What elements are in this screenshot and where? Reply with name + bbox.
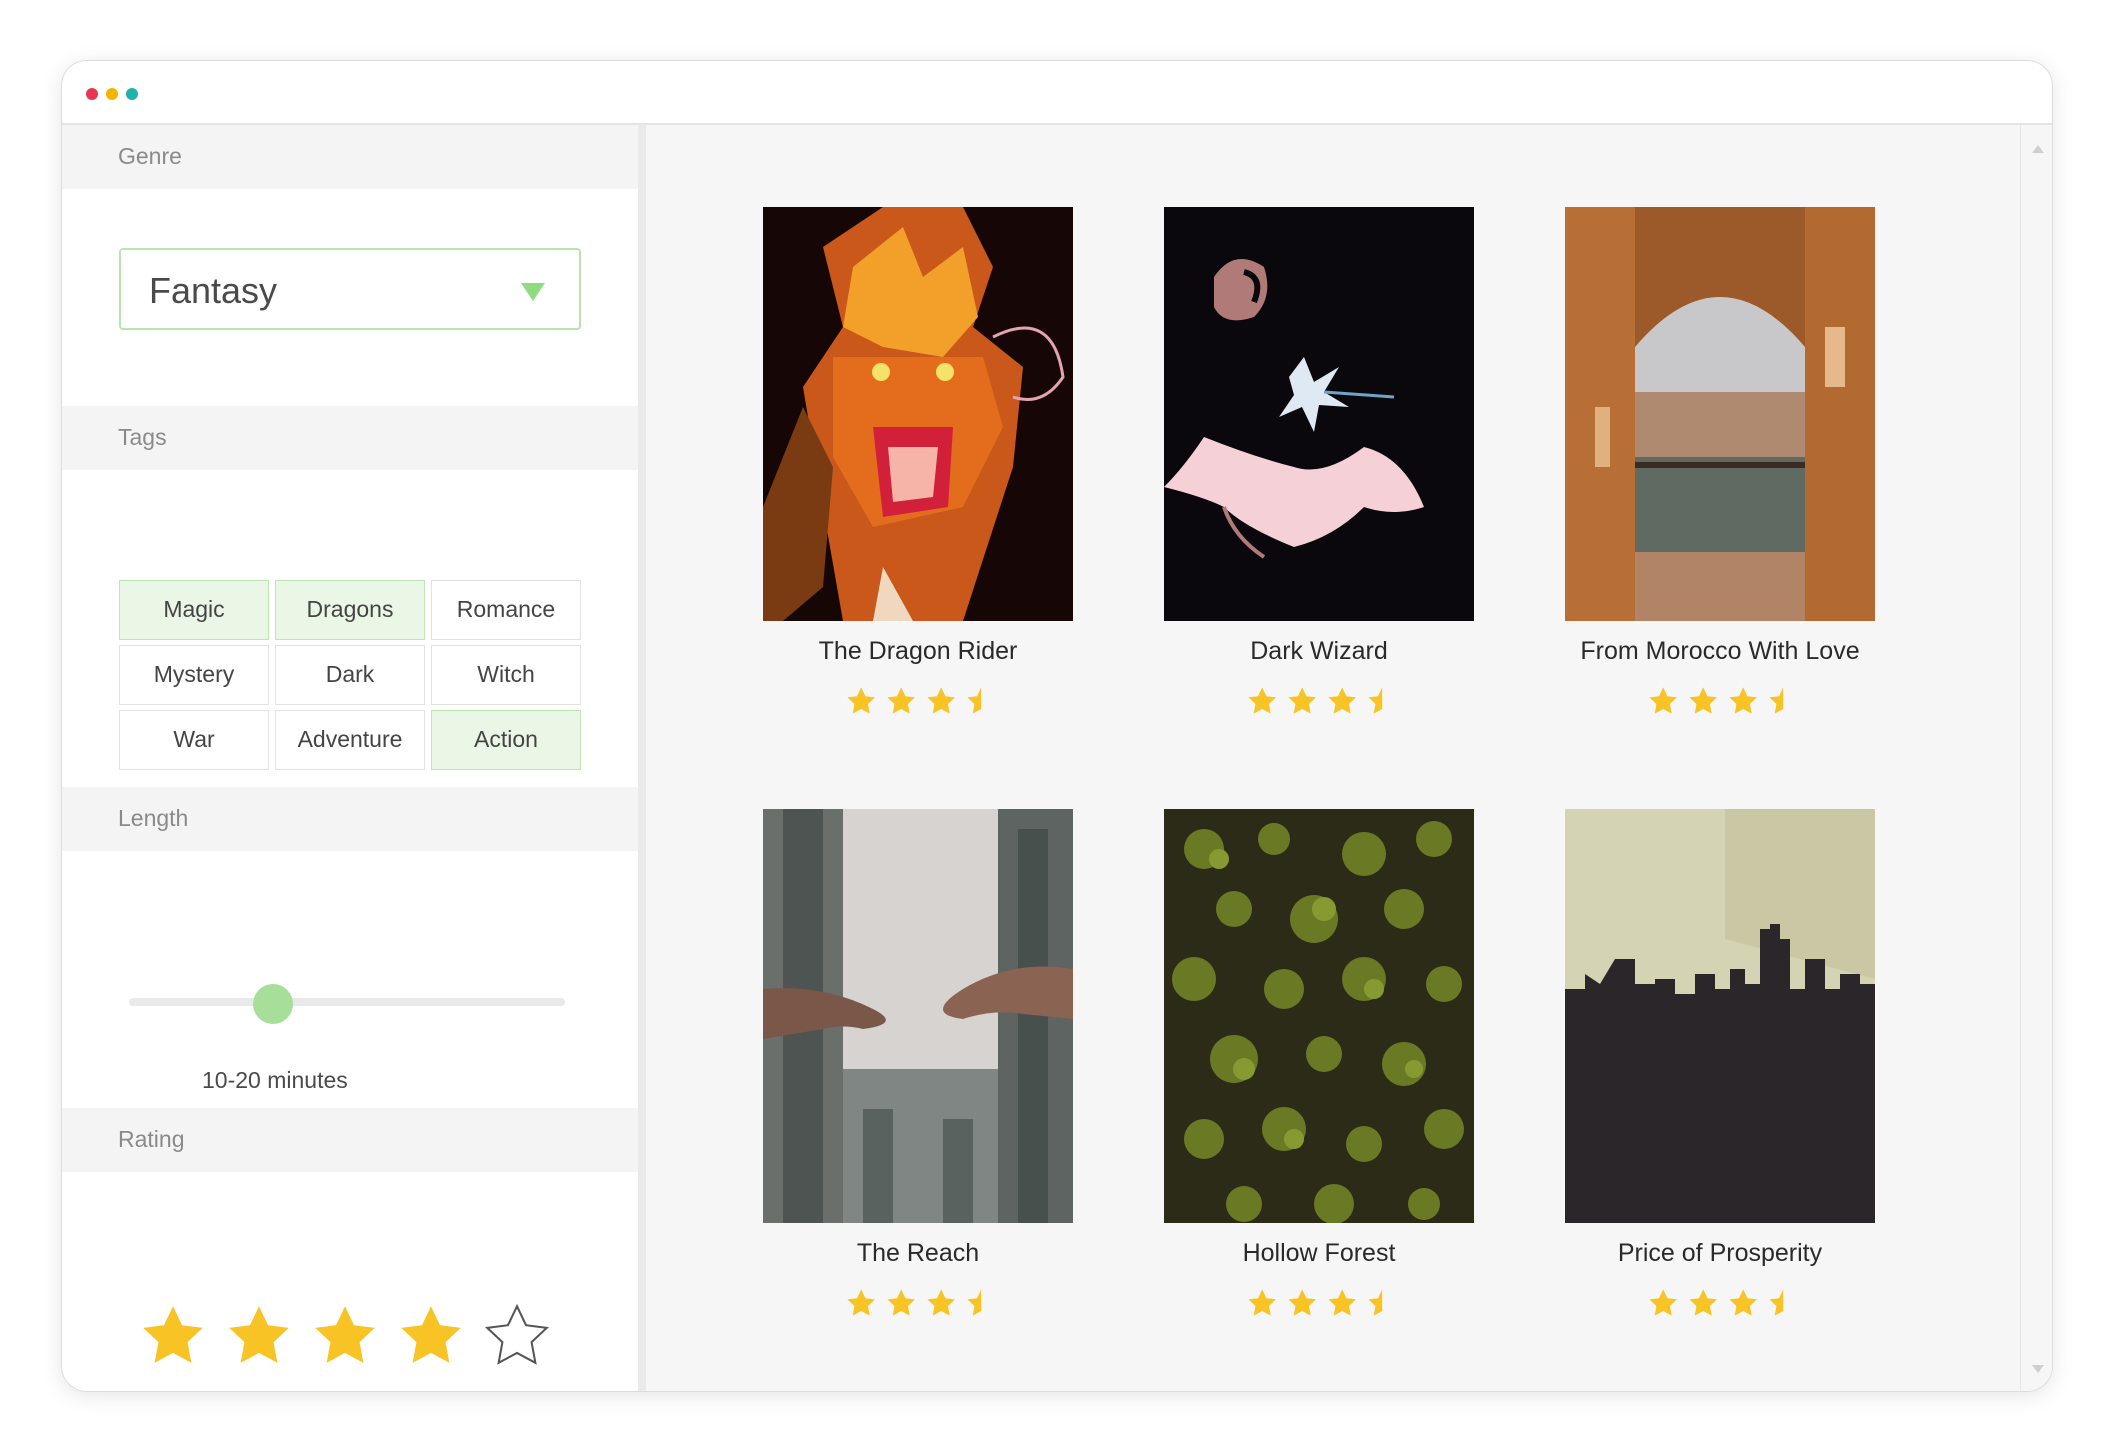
tag-label: Witch xyxy=(477,661,535,687)
tag-label: Adventure xyxy=(297,726,403,752)
book-cover-arch xyxy=(1565,207,1875,621)
book-star-icon xyxy=(1368,1289,1383,1316)
length-slider-handle[interactable] xyxy=(252,984,293,1024)
book-title: The Dragon Rider xyxy=(818,637,1018,665)
title-bar xyxy=(62,61,2052,125)
tag-magic[interactable]: Magic xyxy=(119,580,269,640)
book-star-icon xyxy=(1649,1289,1677,1316)
tag-label: War xyxy=(173,726,215,752)
rating-section-header: Rating xyxy=(62,1108,638,1172)
book-title: From Morocco With Love xyxy=(1580,637,1860,665)
book-title: Price of Prosperity xyxy=(1617,1239,1823,1267)
book-grid: The Dragon Rider Dark Wizard From Morocc… xyxy=(646,125,2052,1391)
length-header-label: Length xyxy=(118,805,189,831)
book-star-icon xyxy=(1368,687,1383,714)
book-title: The Reach xyxy=(856,1239,980,1267)
star-icon xyxy=(484,1303,550,1365)
star-icon xyxy=(401,1306,461,1363)
tag-war[interactable]: War xyxy=(119,710,269,770)
sidebar-divider xyxy=(638,125,646,1391)
book-star-icon xyxy=(1729,687,1757,714)
tag-adventure[interactable]: Adventure xyxy=(275,710,425,770)
scroll-up-arrow-icon[interactable] xyxy=(2032,145,2044,153)
length-section-header: Length xyxy=(62,787,638,851)
tag-dark[interactable]: Dark xyxy=(275,645,425,705)
vertical-scrollbar[interactable] xyxy=(2020,125,2052,1391)
book-cover-forest xyxy=(1164,809,1474,1223)
star-icon xyxy=(315,1306,375,1363)
book-star-icon xyxy=(1649,687,1677,714)
filter-sidebar: Genre Fantasy Tags Magic Dragons Romance… xyxy=(62,125,638,1391)
book-star-icon xyxy=(1769,1289,1784,1316)
star-icon xyxy=(229,1306,289,1363)
book-star-icon xyxy=(847,1289,875,1316)
book-rating-stars xyxy=(1248,1289,1383,1316)
minimize-window-button[interactable] xyxy=(106,88,118,100)
book-star-icon xyxy=(1248,687,1276,714)
tag-label: Dragons xyxy=(306,596,394,622)
book-star-icon xyxy=(1689,1289,1717,1316)
book-cover-wizard xyxy=(1164,207,1474,621)
tag-action[interactable]: Action xyxy=(431,710,581,770)
genre-header-label: Genre xyxy=(118,143,182,169)
book-star-icon xyxy=(1328,1289,1356,1316)
triangle-down-icon xyxy=(521,283,545,301)
scroll-down-arrow-icon[interactable] xyxy=(2032,1365,2044,1373)
rating-star-2[interactable] xyxy=(223,1301,295,1371)
book-title: Dark Wizard xyxy=(1250,637,1388,665)
book-rating-stars xyxy=(847,687,982,714)
book-star-icon xyxy=(887,687,915,714)
book-star-icon xyxy=(1288,687,1316,714)
rating-star-5[interactable] xyxy=(481,1301,553,1371)
tag-dragons[interactable]: Dragons xyxy=(275,580,425,640)
book-rating-stars xyxy=(847,1289,982,1316)
tag-label: Action xyxy=(474,726,538,752)
genre-select[interactable]: Fantasy xyxy=(119,248,581,330)
tag-label: Dark xyxy=(325,661,375,687)
book-star-icon xyxy=(967,1289,982,1316)
rating-star-4[interactable] xyxy=(395,1301,467,1371)
book-rating-stars xyxy=(1649,1289,1784,1316)
tag-mystery[interactable]: Mystery xyxy=(119,645,269,705)
length-slider-track[interactable] xyxy=(129,998,565,1006)
tags-section-header: Tags xyxy=(62,406,638,470)
rating-header-label: Rating xyxy=(118,1126,185,1152)
book-star-icon xyxy=(847,687,875,714)
maximize-window-button[interactable] xyxy=(126,88,138,100)
book-cover-skyline xyxy=(1565,809,1875,1223)
rating-star-1[interactable] xyxy=(137,1301,209,1371)
book-star-icon xyxy=(967,687,982,714)
book-star-icon xyxy=(927,1289,955,1316)
book-cover-hands xyxy=(763,809,1073,1223)
book-cover-dragon xyxy=(763,207,1073,621)
genre-section-header: Genre xyxy=(62,125,638,189)
tag-label: Mystery xyxy=(153,661,235,687)
book-star-icon xyxy=(1328,687,1356,714)
genre-select-value: Fantasy xyxy=(149,270,278,311)
tag-label: Magic xyxy=(163,596,225,622)
rating-star-3[interactable] xyxy=(309,1301,381,1371)
book-star-icon xyxy=(887,1289,915,1316)
book-star-icon xyxy=(1769,687,1784,714)
tag-label: Romance xyxy=(456,596,556,622)
tags-header-label: Tags xyxy=(118,424,167,450)
book-rating-stars xyxy=(1248,687,1383,714)
book-star-icon xyxy=(927,687,955,714)
book-star-icon xyxy=(1288,1289,1316,1316)
book-star-icon xyxy=(1248,1289,1276,1316)
length-value-label: 10-20 minutes xyxy=(202,1067,348,1093)
book-star-icon xyxy=(1689,687,1717,714)
tag-witch[interactable]: Witch xyxy=(431,645,581,705)
book-rating-stars xyxy=(1649,687,1784,714)
close-window-button[interactable] xyxy=(86,88,98,100)
app-window: Genre Fantasy Tags Magic Dragons Romance… xyxy=(61,60,2053,1392)
star-icon xyxy=(143,1306,203,1363)
book-title: Hollow Forest xyxy=(1242,1239,1396,1267)
book-star-icon xyxy=(1729,1289,1757,1316)
tag-romance[interactable]: Romance xyxy=(431,580,581,640)
